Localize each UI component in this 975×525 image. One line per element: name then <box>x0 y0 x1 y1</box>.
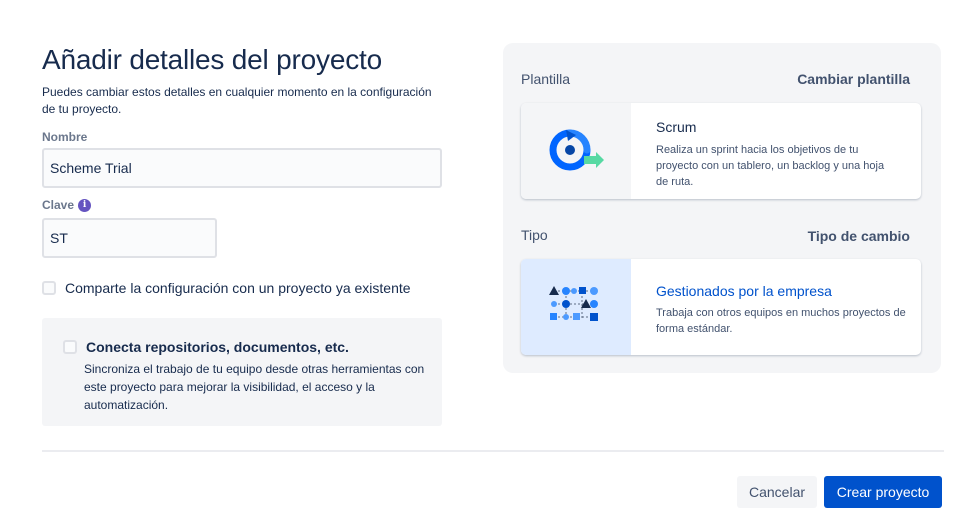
type-section-label: Tipo <box>521 227 548 243</box>
footer-divider <box>42 450 944 452</box>
name-label: Nombre <box>42 130 88 144</box>
type-card-description: Trabaja con otros equipos en muchos proy… <box>656 307 906 335</box>
key-label: Clave <box>42 198 75 212</box>
share-config-checkbox[interactable] <box>42 281 56 295</box>
share-config-option[interactable]: Comparte la configuración con un proyect… <box>42 280 411 296</box>
template-card-title: Scrum <box>656 119 697 135</box>
change-type-link[interactable]: Tipo de cambio <box>808 228 910 244</box>
change-template-link[interactable]: Cambiar plantilla <box>797 71 910 87</box>
name-input-value: Scheme Trial <box>50 160 132 176</box>
connect-repos-option[interactable]: Conecta repositorios, documentos, etc. <box>63 339 349 355</box>
type-card-title: Gestionados por la empresa <box>656 283 832 299</box>
connect-repos-title: Conecta repositorios, documentos, etc. <box>86 339 349 355</box>
type-card[interactable]: Gestionados por la empresa Trabaja con o… <box>521 259 921 355</box>
name-input[interactable]: Scheme Trial <box>42 148 442 188</box>
cancel-button[interactable]: Cancelar <box>737 476 817 508</box>
share-config-label: Comparte la configuración con un proyect… <box>65 280 411 296</box>
page-subtitle: Puedes cambiar estos detalles en cualqui… <box>42 85 432 116</box>
key-label-row: Clave i <box>42 198 92 212</box>
scrum-cycle-icon <box>521 103 631 199</box>
project-settings-panel: Plantilla Cambiar plantilla Scrum Realiz… <box>503 43 941 373</box>
connect-repos-checkbox[interactable] <box>63 340 77 354</box>
template-section-label: Plantilla <box>521 71 571 87</box>
create-project-button[interactable]: Crear proyecto <box>824 476 942 508</box>
company-managed-graph-icon <box>521 259 631 355</box>
info-icon[interactable]: i <box>78 198 92 212</box>
page-title: Añadir detalles del proyecto <box>42 44 382 75</box>
connect-repos-description: Sincroniza el trabajo de tu equipo desde… <box>84 362 425 412</box>
key-input-value: ST <box>50 230 68 246</box>
template-card[interactable]: Scrum Realiza un sprint hacia los objeti… <box>521 103 921 199</box>
connect-repos-box: Conecta repositorios, documentos, etc. S… <box>42 318 442 426</box>
template-card-description: Realiza un sprint hacia los objetivos de… <box>656 144 885 188</box>
key-input[interactable]: ST <box>42 218 217 258</box>
